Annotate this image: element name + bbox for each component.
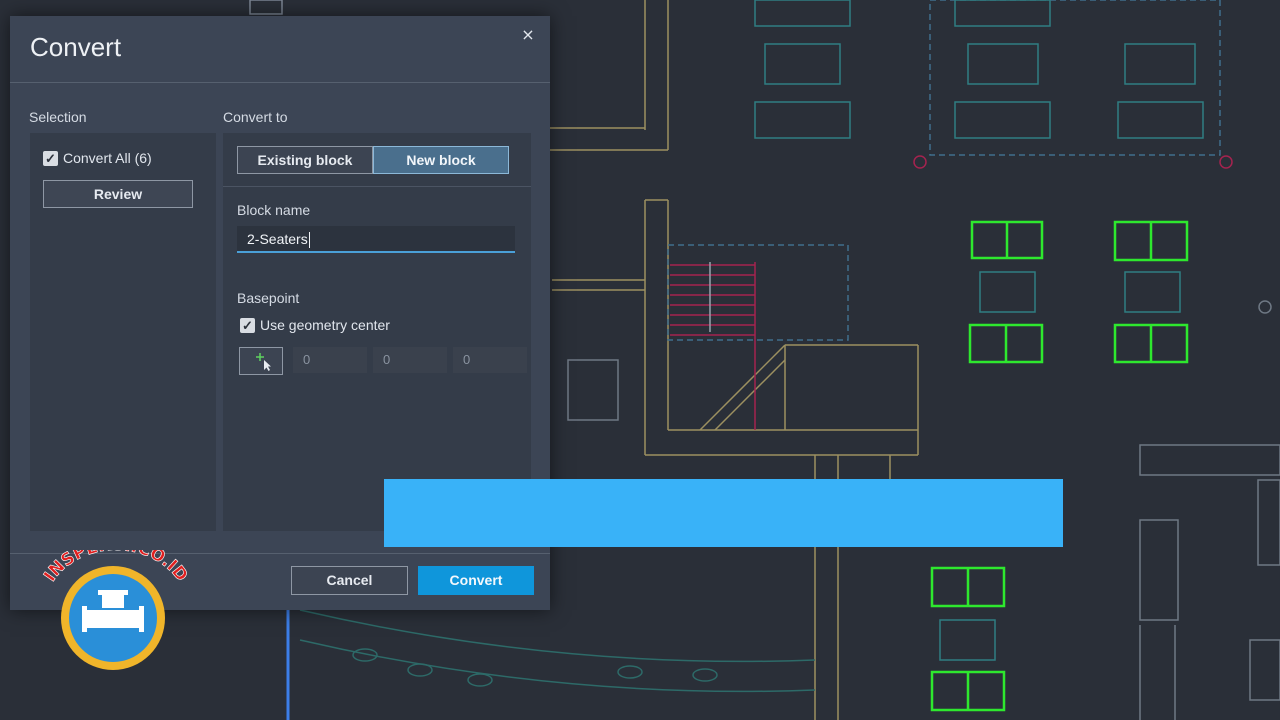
convert-all-checkbox-row[interactable]: ✓ Convert All (6) [43,150,152,166]
selection-panel: ✓ Convert All (6) Review [30,133,216,531]
text-caret [308,232,310,249]
use-geometry-center-row[interactable]: ✓ Use geometry center [240,317,390,333]
cad-selected-sofas [930,220,1189,712]
block-name-input[interactable]: 2-Seaters [237,226,515,253]
block-name-label: Block name [237,202,311,218]
convert-to-segmented-control: Existing block New block [237,146,509,174]
cad-wall [249,0,283,15]
overlay-banner [384,479,1063,547]
cancel-button[interactable]: Cancel [291,566,408,595]
existing-block-button[interactable]: Existing block [237,146,373,174]
convert-all-label: Convert All (6) [63,150,152,166]
basepoint-x-field[interactable]: 0 [293,347,367,373]
close-icon[interactable]: × [518,25,538,45]
cad-stairs [670,155,1233,430]
new-block-button[interactable]: New block [373,146,509,174]
convert-all-checkbox[interactable]: ✓ [43,150,58,166]
block-name-value: 2-Seaters [247,231,308,247]
cad-dashed-lines [667,0,1221,341]
pick-point-button[interactable] [239,347,283,375]
dialog-title: Convert [30,32,122,62]
basepoint-y-field[interactable]: 0 [373,347,447,373]
convert-button[interactable]: Convert [418,566,534,595]
title-divider [10,82,550,83]
convert-to-label: Convert to [223,109,288,125]
basepoint-z-field[interactable]: 0 [453,347,527,373]
use-geometry-center-label: Use geometry center [260,317,390,333]
review-button[interactable]: Review [43,180,193,208]
use-geometry-center-checkbox[interactable]: ✓ [240,317,255,333]
pick-point-icon [256,353,271,371]
watermark-logo: INSPEKSI.CO.ID [40,550,192,670]
cad-curved-seating [299,609,816,693]
convert-to-divider [223,186,531,187]
basepoint-label: Basepoint [237,290,300,306]
cad-furniture-teal [754,0,1204,661]
convert-to-panel: Existing block New block Block name 2-Se… [223,133,531,531]
selection-label: Selection [29,109,87,125]
